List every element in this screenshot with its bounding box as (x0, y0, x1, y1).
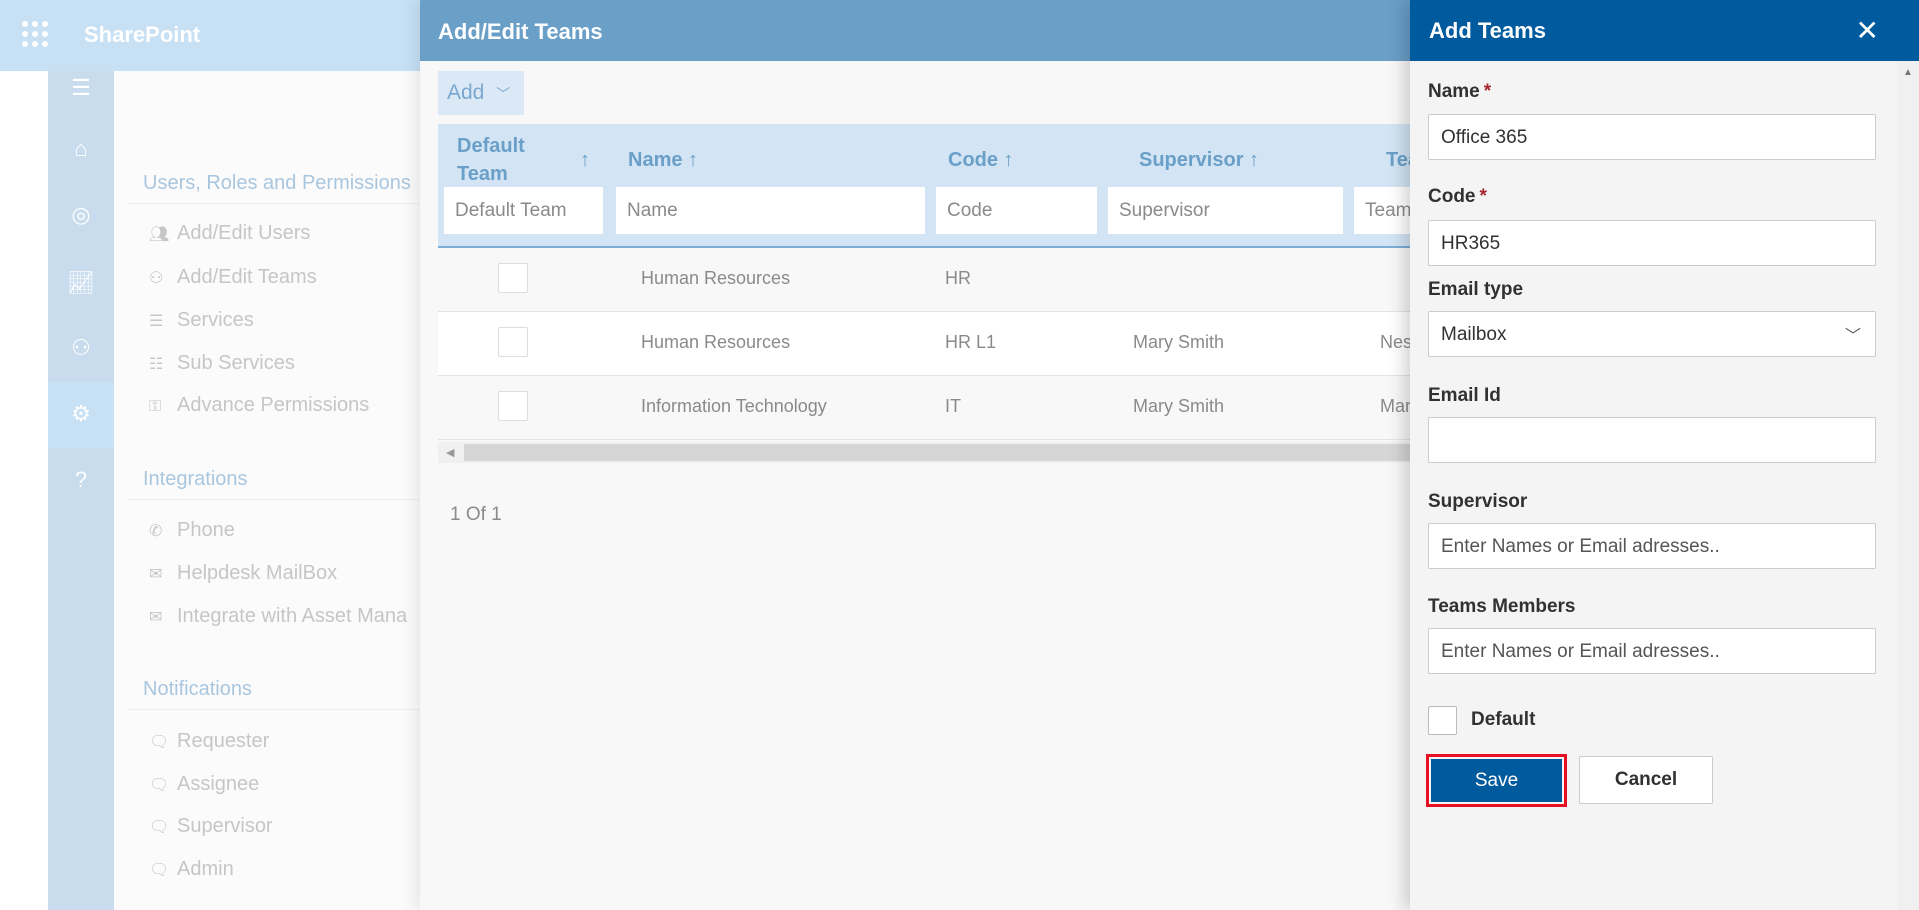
filter-code-input[interactable]: Code (936, 187, 1097, 234)
settings-nav: Users, Roles and Permissions 👥︎ Add/Edit … (114, 71, 420, 910)
nav-item-services[interactable]: ☰ Services (149, 309, 254, 332)
email-id-label: Email Id (1428, 385, 1501, 406)
email-id-input[interactable] (1428, 417, 1876, 463)
divider (128, 203, 420, 204)
reports-icon[interactable]: 📈︎ (48, 263, 114, 303)
supervisor-picker-input[interactable]: Enter Names or Email adresses.. (1428, 523, 1876, 569)
team-members-picker-input[interactable]: Enter Names or Email adresses.. (1428, 628, 1876, 674)
comment-icon: 🗨︎ (149, 819, 170, 836)
filter-supervisor-input[interactable]: Supervisor (1108, 187, 1343, 234)
users-assets-icon[interactable]: ⚇ (48, 328, 114, 368)
nav-item-helpdesk-mailbox[interactable]: ✉ Helpdesk MailBox (149, 562, 337, 585)
scrollbar-thumb[interactable] (464, 444, 1410, 461)
nav-item-advance-permissions[interactable]: ⚿ Advance Permissions (149, 394, 369, 417)
menu-icon[interactable]: ☰ (48, 68, 114, 108)
required-mark: * (1483, 81, 1492, 102)
default-label[interactable]: Default (1471, 709, 1535, 731)
divider (128, 499, 420, 500)
panel-header: Add Teams ✕ (1410, 0, 1919, 61)
horizontal-scrollbar[interactable]: ◀ (438, 442, 1410, 463)
table-header: Default Team ↑ Name ↑ Code ↑ Supervisor … (438, 124, 1410, 248)
nav-item-requester[interactable]: 🗨︎ Requester (149, 730, 269, 753)
code-input[interactable]: HR365 (1428, 220, 1876, 266)
required-mark: * (1479, 186, 1487, 207)
comment-icon: 🗨︎ (149, 777, 170, 794)
key-icon: ⚿ (149, 398, 162, 415)
scroll-left-icon[interactable]: ◀ (446, 446, 454, 459)
nav-item-admin[interactable]: 🗨︎ Admin (149, 858, 234, 881)
section-heading: Notifications (143, 678, 252, 700)
nav-item-asset-integration[interactable]: ✉ Integrate with Asset Mana (149, 605, 407, 628)
settings-icon[interactable]: ⚙ (48, 394, 114, 434)
save-button-highlight: Save (1426, 754, 1567, 807)
table-row[interactable]: Information Technology IT Mary Smith Mar… (438, 376, 1410, 440)
name-label: Name * (1428, 81, 1492, 102)
default-checkbox[interactable] (1428, 706, 1457, 735)
table-row[interactable]: Human Resources HR L1 Mary Smith Nesto (438, 312, 1410, 376)
vertical-scrollbar[interactable]: ▲ (1897, 61, 1919, 910)
home-icon[interactable]: ⌂ (48, 129, 114, 169)
default-checkbox[interactable] (498, 263, 528, 293)
section-heading: Integrations (143, 468, 248, 490)
save-button[interactable]: Save (1431, 759, 1562, 802)
nav-item-phone[interactable]: ✆ Phone (149, 519, 235, 542)
phone-icon: ✆ (149, 523, 163, 540)
email-type-select[interactable]: Mailbox ﹀ (1428, 311, 1876, 357)
app-launcher-icon[interactable] (22, 21, 48, 47)
scroll-up-icon[interactable]: ▲ (1903, 67, 1913, 78)
mail-settings-icon: ✉ (149, 609, 163, 626)
divider (128, 709, 420, 710)
column-header-default-team[interactable]: Default Team (457, 132, 557, 188)
email-type-label: Email type (1428, 279, 1524, 300)
section-heading: Users, Roles and Permissions (143, 172, 411, 194)
filter-default-team-input[interactable]: Default Team (444, 187, 603, 234)
table-row[interactable]: Human Resources HR (438, 248, 1410, 312)
pagination-text: 1 Of 1 (450, 504, 502, 525)
dashboard-icon[interactable]: ◎ (48, 195, 114, 235)
left-rail: ☰ ⌂ ◎ 📈︎ ⚇ ⚙ ? (48, 71, 114, 910)
default-checkbox[interactable] (498, 327, 528, 357)
add-button[interactable]: Add ﹀ (438, 71, 524, 115)
comment-icon: 🗨︎ (149, 862, 170, 879)
filter-name-input[interactable]: Name (616, 187, 925, 234)
name-input[interactable]: Office 365 (1428, 114, 1876, 160)
sort-arrow-icon[interactable]: ↑ (580, 146, 590, 174)
comment-icon: 🗨︎ (149, 734, 170, 751)
nav-item-supervisor[interactable]: 🗨︎ Supervisor (149, 815, 273, 838)
supervisor-label: Supervisor (1428, 491, 1528, 512)
teams-icon: ⚇ (149, 270, 164, 287)
nav-item-sub-services[interactable]: ☷ Sub Services (149, 352, 295, 375)
column-header-name[interactable]: Name ↑ (628, 146, 698, 174)
team-members-label: Teams Members (1428, 596, 1576, 617)
list-icon: ☰ (149, 313, 164, 330)
close-icon[interactable]: ✕ (1856, 14, 1879, 47)
users-icon: 👥︎ (149, 226, 170, 243)
mail-icon: ✉ (149, 566, 163, 583)
filter-team-input[interactable]: Team (1354, 187, 1410, 234)
column-header-code[interactable]: Code ↑ (948, 146, 1014, 174)
nav-item-add-edit-users[interactable]: 👥︎ Add/Edit Users (149, 222, 310, 245)
help-icon[interactable]: ? (48, 460, 114, 500)
add-edit-teams-panel: Add/Edit Teams Add ﹀ Default Team ↑ Name… (420, 0, 1410, 910)
nav-item-assignee[interactable]: 🗨︎ Assignee (149, 773, 259, 796)
cancel-button[interactable]: Cancel (1579, 756, 1713, 804)
add-teams-panel: Add Teams ✕ ▲ Name * Office 365 Code * HR3… (1410, 0, 1919, 910)
panel-title: Add/Edit Teams (420, 0, 1410, 61)
code-label: Code * (1428, 186, 1487, 207)
app-title: SharePoint (84, 22, 201, 47)
chevron-down-icon: ﹀ (1844, 328, 1861, 345)
panel-title: Add Teams (1429, 18, 1546, 43)
column-header-supervisor[interactable]: Supervisor ↑ (1139, 146, 1259, 174)
column-header-team[interactable]: Team (1386, 146, 1410, 174)
default-checkbox[interactable] (498, 391, 528, 421)
sub-list-icon: ☷ (149, 356, 164, 373)
nav-item-add-edit-teams[interactable]: ⚇ Add/Edit Teams (149, 266, 317, 289)
chevron-down-icon: ﹀ (496, 86, 511, 102)
